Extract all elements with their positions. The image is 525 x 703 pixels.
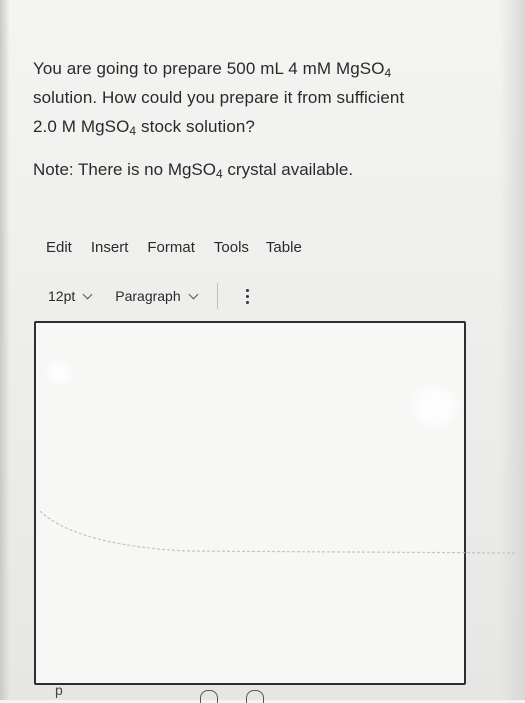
question-line-1: You are going to prepare 500 mL 4 mM MgS… (33, 59, 392, 80)
question-line-2: solution. How could you prepare it from … (33, 88, 405, 107)
rich-text-editor[interactable] (34, 321, 466, 685)
font-size-select[interactable]: 12pt (48, 288, 93, 304)
menu-tools[interactable]: Tools (214, 239, 249, 256)
chevron-down-icon (188, 289, 199, 299)
status-path: p (55, 682, 63, 698)
statusbar-icons (200, 690, 264, 703)
question-line-3: 2.0 M MgSO4 stock solution? (33, 117, 255, 138)
block-format-select[interactable]: Paragraph (115, 288, 199, 304)
screen-glare (44, 360, 74, 386)
accessibility-icon[interactable] (246, 690, 264, 703)
toolbar-divider (216, 283, 218, 309)
menu-insert[interactable]: Insert (91, 239, 129, 256)
menu-format[interactable]: Format (147, 239, 195, 256)
chevron-down-icon (82, 289, 93, 299)
editor-menubar: Edit Insert Format Tools Table (46, 239, 302, 256)
menu-table[interactable]: Table (266, 239, 302, 256)
page-left-shadow (0, 0, 10, 700)
page-right-shadow (499, 0, 525, 700)
more-options-icon[interactable] (242, 287, 253, 306)
word-count-icon[interactable] (200, 690, 218, 703)
screen-glare (406, 384, 464, 430)
font-size-value: 12pt (48, 288, 76, 304)
question-text: You are going to prepare 500 mL 4 mM MgS… (33, 54, 483, 141)
note-text: Note: There is no MgSO4 crystal availabl… (33, 160, 354, 181)
editor-toolbar: 12pt Paragraph (48, 282, 253, 310)
menu-edit[interactable]: Edit (46, 239, 72, 256)
screen-reflection-line (39, 510, 516, 554)
block-format-value: Paragraph (115, 288, 181, 304)
